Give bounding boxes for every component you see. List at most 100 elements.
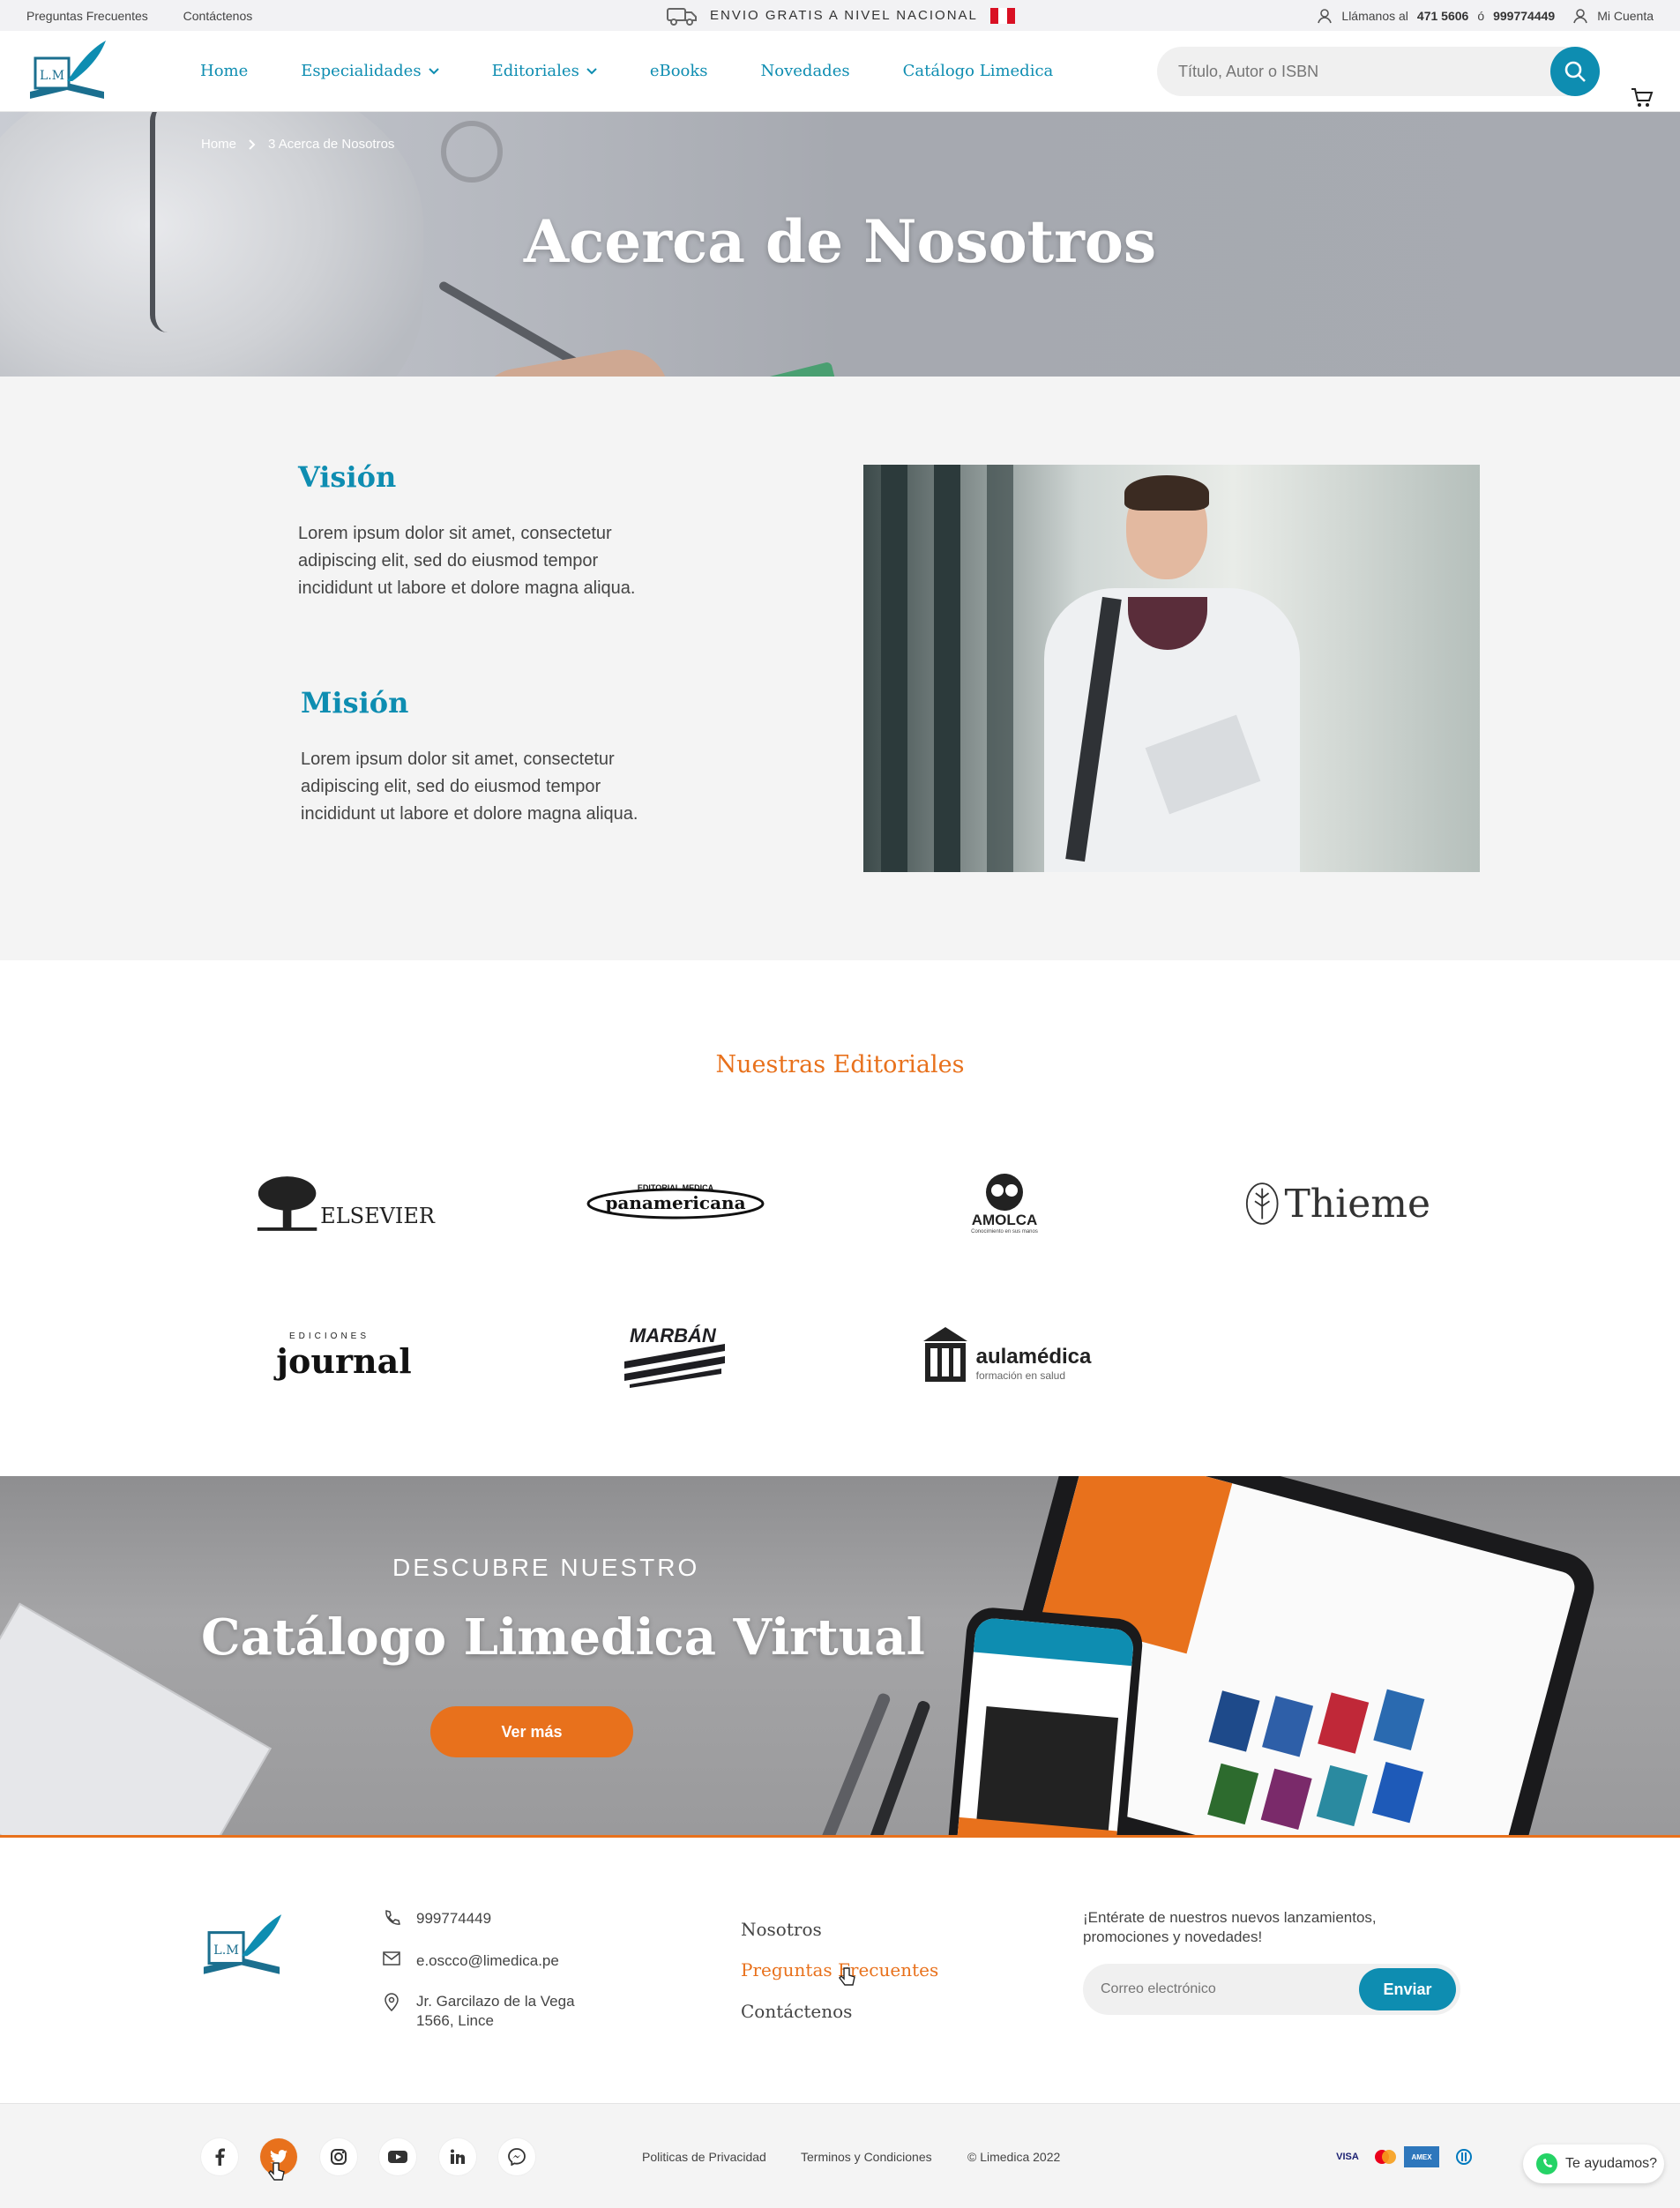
hand-cursor-icon	[268, 2162, 285, 2181]
footer-link-nosotros[interactable]: Nosotros	[741, 1919, 822, 1940]
faq-link[interactable]: Preguntas Frecuentes	[26, 9, 148, 23]
amolca-logo-text: AMOLCA	[971, 1212, 1038, 1228]
thieme-logo[interactable]: Thieme	[1245, 1173, 1430, 1235]
diners-icon	[1446, 2146, 1482, 2167]
vision-title: Visión	[298, 460, 397, 494]
journal-top-text: EDICIONES	[289, 1332, 370, 1341]
search-button[interactable]	[1550, 47, 1600, 96]
instagram-button[interactable]	[320, 2138, 357, 2175]
footer-phone[interactable]: 999774449	[383, 1909, 491, 1928]
linkedin-button[interactable]	[439, 2138, 476, 2175]
elsevier-logo[interactable]: ELSEVIER	[254, 1168, 435, 1239]
search-input[interactable]	[1178, 62, 1550, 81]
nav-ebooks[interactable]: eBooks	[650, 62, 708, 80]
contact-link[interactable]: Contáctenos	[183, 9, 253, 23]
page-title: Acerca de Nosotros	[523, 207, 1157, 276]
panamericana-logo[interactable]: EDITORIAL MEDICA panamericana	[586, 1182, 765, 1226]
student-photo	[863, 465, 1480, 872]
aulamedica-logo-text: aulamédica	[975, 1345, 1092, 1369]
cart-icon	[1631, 88, 1654, 107]
top-links: Preguntas Frecuentes Contáctenos	[26, 9, 284, 23]
hero-banner: Home 3 Acerca de Nosotros Acerca de Noso…	[0, 112, 1680, 377]
nav-editoriales[interactable]: Editoriales	[492, 62, 597, 80]
journal-logo-text: journal	[276, 1340, 412, 1381]
truck-icon	[667, 7, 697, 26]
panamericana-top-text: EDITORIAL MEDICA	[637, 1183, 714, 1192]
footer-email[interactable]: e.oscco@limedica.pe	[383, 1951, 559, 1971]
breadcrumb-home[interactable]: Home	[201, 137, 236, 152]
thieme-logo-text: Thieme	[1284, 1181, 1430, 1227]
mastercard-circles	[1375, 2150, 1396, 2164]
visa-icon: VISA	[1330, 2146, 1365, 2167]
account-link[interactable]: Mi Cuenta	[1597, 9, 1654, 23]
mail-icon	[383, 1951, 400, 1966]
whatsapp-icon	[1536, 2153, 1557, 2174]
amolca-logo[interactable]: AMOLCA Conocimiento en sus manos	[965, 1168, 1044, 1239]
footer-address-block: Jr. Garcilazo de la Vega 1566, Lince	[416, 1992, 575, 2031]
newsletter-email-input[interactable]	[1101, 1981, 1359, 1997]
location-pin-icon	[385, 1993, 399, 2011]
linkedin-icon	[451, 2149, 465, 2164]
phone-2[interactable]: 999774449	[1493, 9, 1555, 23]
footer-phone-text: 999774449	[416, 1910, 492, 1927]
facebook-button[interactable]	[201, 2138, 238, 2175]
whatsapp-help-button[interactable]: Te ayudamos?	[1523, 2145, 1664, 2183]
marban-logo[interactable]: MARBÁN	[621, 1323, 728, 1388]
elsevier-tree-icon	[257, 1176, 317, 1231]
journal-logo[interactable]: EDICIONES journal	[254, 1330, 434, 1381]
mission-title: Misión	[301, 686, 409, 720]
amex-label: AMEX	[1411, 2152, 1432, 2161]
book-quill-logo-icon: L.M	[30, 40, 106, 99]
book-quill-logo-icon: L.M	[203, 1914, 282, 1974]
newsletter-send-button[interactable]: Enviar	[1359, 1968, 1456, 2010]
nav-especialidades[interactable]: Especialidades	[301, 62, 439, 80]
top-bar: Preguntas Frecuentes Contáctenos ENVIO G…	[0, 0, 1680, 31]
copyright-text: © Limedica 2022	[967, 2150, 1061, 2164]
thieme-tree-icon	[1245, 1182, 1279, 1225]
aulamedica-building-icon	[922, 1327, 967, 1382]
youtube-icon	[388, 2151, 407, 2163]
newsletter-text: ¡Entérate de nuestros nuevos lanzamiento…	[1083, 1909, 1377, 1945]
phone-or: ó	[1477, 8, 1485, 23]
messenger-button[interactable]	[498, 2138, 535, 2175]
ver-mas-button[interactable]: Ver más	[430, 1706, 633, 1757]
limedica-logo[interactable]: L.M	[26, 37, 108, 106]
phone-mockup	[945, 1605, 1145, 1835]
chevron-down-icon	[428, 67, 439, 74]
newsletter-form: Enviar	[1083, 1964, 1460, 2015]
terms-link[interactable]: Terminos y Condiciones	[801, 2150, 932, 2164]
privacy-link[interactable]: Politicas de Privacidad	[642, 2150, 766, 2164]
about-section: Visión Lorem ipsum dolor sit amet, conse…	[0, 377, 1680, 960]
panamericana-logo-text: panamericana	[605, 1192, 746, 1213]
nav-novedades-label: Novedades	[760, 62, 850, 80]
account-icon	[1573, 8, 1587, 23]
nav-novedades[interactable]: Novedades	[761, 62, 850, 80]
search-bar	[1157, 47, 1600, 96]
nav-editoriales-label: Editoriales	[491, 62, 579, 80]
banner-title: Catálogo Limedica Virtual	[201, 1608, 925, 1667]
phone-1[interactable]: 471 5606	[1417, 9, 1468, 23]
youtube-button[interactable]	[379, 2138, 416, 2175]
top-contact: Llámanos al 471 5606 ó 999774449 Mi Cuen…	[1317, 8, 1654, 24]
footer-email-text: e.oscco@limedica.pe	[416, 1952, 559, 1969]
cart-button[interactable]	[1630, 86, 1654, 113]
footer-link-contact[interactable]: Contáctenos	[741, 2001, 852, 2022]
amolca-circle-icon	[986, 1174, 1023, 1211]
main-nav: Home Especialidades Editoriales eBooks N…	[200, 62, 1106, 80]
mission-text: Lorem ipsum dolor sit amet, consectetur …	[301, 750, 638, 824]
svg-text:L.M: L.M	[213, 1943, 239, 1958]
help-label: Te ayudamos?	[1565, 2156, 1658, 2171]
breadcrumb-current: 3 Acerca de Nosotros	[268, 137, 395, 152]
aulamedica-logo[interactable]: aulamédica formación en salud	[915, 1323, 1095, 1388]
chevron-down-icon	[586, 67, 597, 74]
shipping-text: ENVIO GRATIS A NIVEL NACIONAL	[710, 8, 978, 23]
nav-catalogo[interactable]: Catálogo Limedica	[903, 62, 1054, 80]
bottom-bar: Politicas de Privacidad Terminos y Condi…	[0, 2103, 1680, 2208]
banner-subtitle: DESCUBRE NUESTRO	[392, 1554, 700, 1581]
nav-home[interactable]: Home	[200, 62, 248, 80]
aulamedica-tagline: formación en salud	[975, 1369, 1066, 1382]
footer-logo[interactable]: L.M	[199, 1911, 284, 1986]
amolca-tagline: Conocimiento en sus manos	[971, 1229, 1038, 1235]
catalog-banner: DESCUBRE NUESTRO Catálogo Limedica Virtu…	[0, 1476, 1680, 1838]
mastercard-icon	[1368, 2146, 1403, 2167]
